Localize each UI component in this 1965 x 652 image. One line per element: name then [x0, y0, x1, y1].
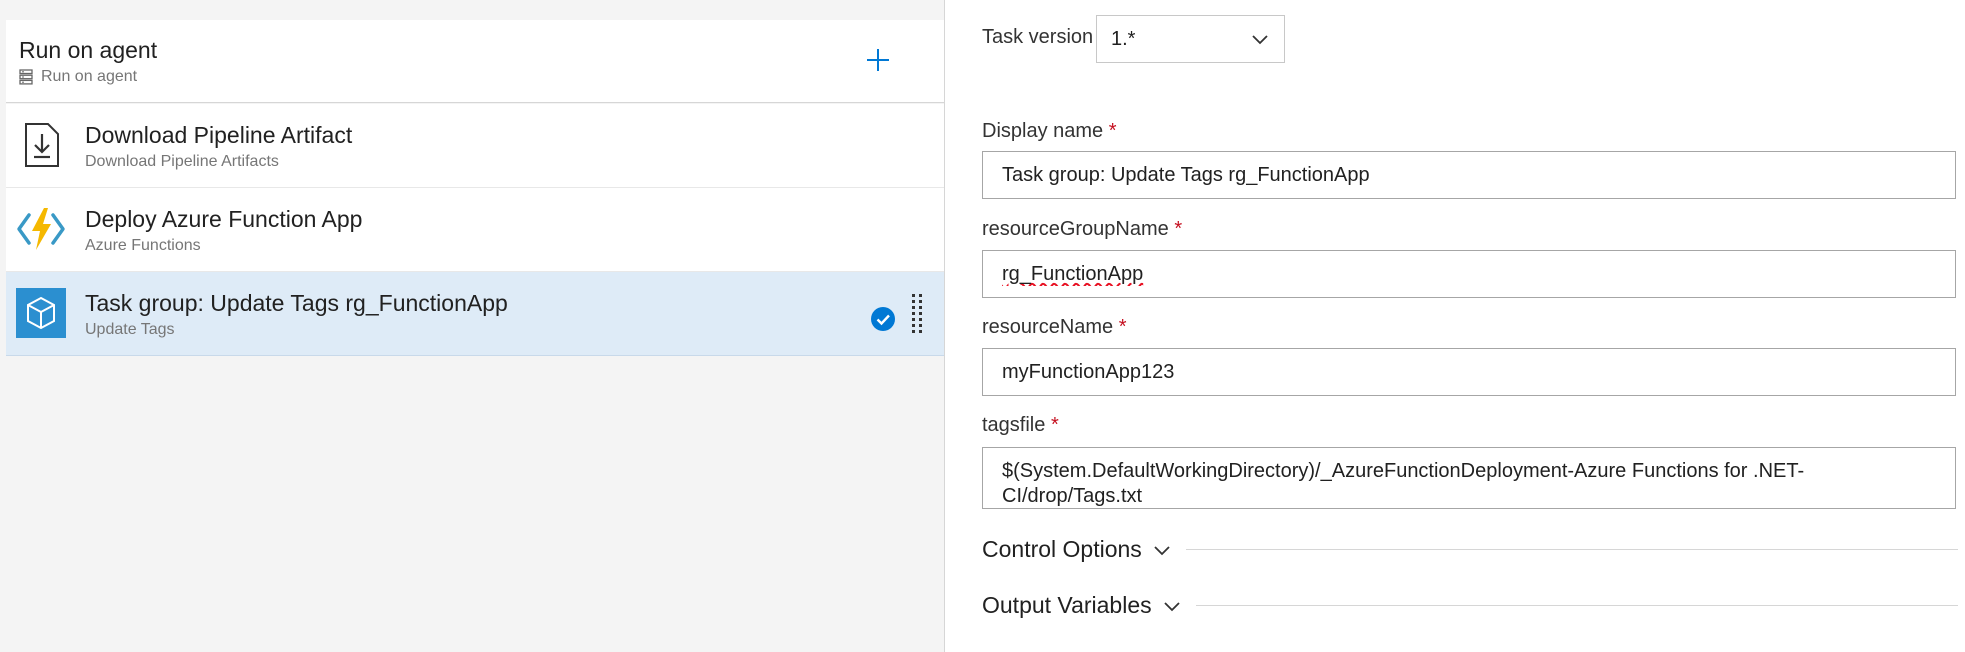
resource-name-input[interactable]: [982, 348, 1956, 396]
display-name-input[interactable]: [982, 151, 1956, 199]
control-options-section[interactable]: Control Options: [982, 536, 1958, 563]
chevron-down-icon: [1252, 35, 1268, 45]
checkmark-circle-icon: [871, 307, 895, 331]
drag-handle-icon[interactable]: [910, 292, 924, 338]
tagsfile-label: tagsfile *: [982, 414, 1059, 436]
task-version-value: 1.*: [1111, 27, 1136, 50]
required-marker: *: [1174, 218, 1183, 240]
phase-subtitle: Run on agent: [19, 68, 137, 86]
section-divider: [1185, 549, 1958, 550]
required-marker: *: [1050, 414, 1059, 436]
phase-subtitle-label: Run on agent: [41, 68, 138, 85]
task-item-deploy-azure-function-app[interactable]: Deploy Azure Function App Azure Function…: [6, 188, 944, 272]
required-marker: *: [1108, 120, 1117, 142]
task-version-label: Task version: [982, 26, 1094, 48]
task-subtitle: Download Pipeline Artifacts: [85, 153, 279, 170]
download-icon: [25, 123, 59, 167]
section-title: Output Variables: [982, 592, 1152, 618]
section-title: Control Options: [982, 536, 1142, 562]
phase-title: Run on agent: [19, 37, 158, 63]
task-title: Deploy Azure Function App: [85, 206, 363, 232]
add-task-button[interactable]: [860, 42, 896, 78]
resource-group-name-label: resourceGroupName *: [982, 218, 1183, 240]
chevron-down-icon: [1154, 545, 1170, 555]
task-list-panel: Run on agent Run on agent Download Pipel…: [0, 0, 944, 652]
server-icon: [19, 69, 33, 85]
task-group-icon: [16, 288, 66, 338]
task-subtitle: Update Tags: [85, 321, 175, 338]
section-divider: [1195, 605, 1958, 606]
azure-functions-icon: [17, 208, 65, 250]
task-subtitle: Azure Functions: [85, 237, 201, 254]
resource-group-name-input[interactable]: [982, 250, 1956, 298]
task-item-task-group-update-tags[interactable]: Task group: Update Tags rg_FunctionApp U…: [6, 272, 944, 356]
agent-phase-header[interactable]: Run on agent Run on agent: [6, 20, 944, 103]
task-title: Task group: Update Tags rg_FunctionApp: [85, 290, 508, 316]
task-title: Download Pipeline Artifact: [85, 122, 353, 148]
output-variables-section[interactable]: Output Variables: [982, 592, 1958, 619]
tagsfile-input[interactable]: $(System.DefaultWorkingDirectory)/_Azure…: [982, 447, 1956, 509]
display-name-label: Display name *: [982, 120, 1117, 142]
task-details-panel: Task version 1.* Display name * resource…: [945, 0, 1965, 652]
required-marker: *: [1118, 316, 1127, 338]
task-item-download-pipeline-artifact[interactable]: Download Pipeline Artifact Download Pipe…: [6, 104, 944, 188]
resource-name-label: resourceName *: [982, 316, 1127, 338]
chevron-down-icon: [1163, 601, 1180, 611]
task-version-dropdown[interactable]: 1.*: [1096, 15, 1285, 63]
